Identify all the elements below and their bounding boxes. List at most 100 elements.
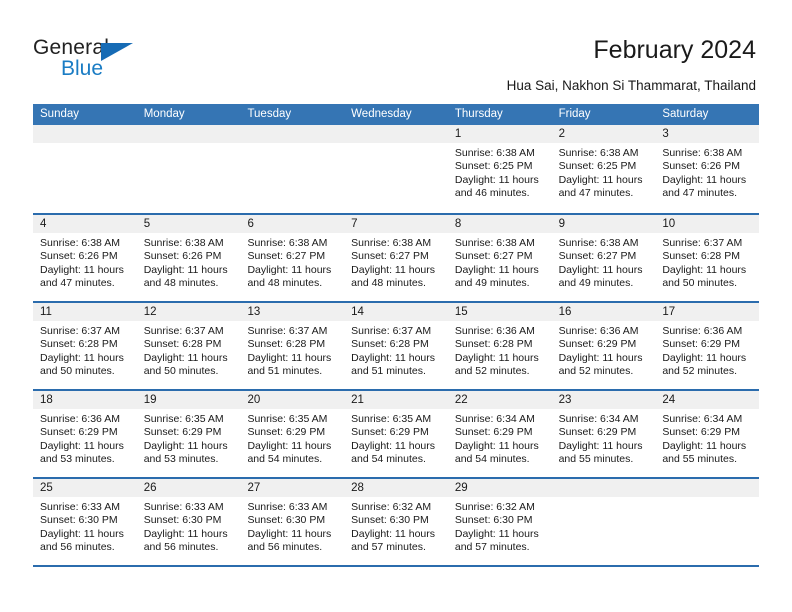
daylight-text-line1: Daylight: 11 hours xyxy=(662,173,747,186)
daylight-text-line1: Daylight: 11 hours xyxy=(143,263,228,276)
calendar-day-cell[interactable]: 28 Sunrise: 6:32 AM Sunset: 6:30 PM Dayligh… xyxy=(344,479,448,565)
day-number xyxy=(33,125,137,143)
sunset-text: Sunset: 6:27 PM xyxy=(351,250,429,263)
general-blue-logo[interactable]: General Blue xyxy=(33,37,163,85)
daylight-text-line2: and 47 minutes. xyxy=(558,187,634,200)
day-number: 4 xyxy=(33,215,137,233)
daylight-text-line1: Daylight: 11 hours xyxy=(662,439,747,452)
sunset-text: Sunset: 6:29 PM xyxy=(40,426,118,439)
sunset-text: Sunset: 6:29 PM xyxy=(247,426,326,439)
calendar-day-cell[interactable]: 1 Sunrise: 6:38 AM Sunset: 6:25 PM Daylight… xyxy=(447,125,552,213)
calendar-day-cell[interactable]: 21 Sunrise: 6:35 AM Sunset: 6:29 PM Dayligh… xyxy=(344,391,448,477)
day-number: 29 xyxy=(447,479,552,497)
day-sun-info: Sunrise: 6:35 AM Sunset: 6:29 PM Daylight:… xyxy=(240,409,344,467)
day-sun-info: Sunrise: 6:37 AM Sunset: 6:28 PM Daylight:… xyxy=(344,321,448,379)
calendar-day-cell[interactable]: 2 Sunrise: 6:38 AM Sunset: 6:25 PM Daylight… xyxy=(551,125,656,213)
day-number: 17 xyxy=(655,303,760,321)
day-sun-info: Sunrise: 6:38 AM Sunset: 6:27 PM Daylight:… xyxy=(344,233,448,291)
calendar-day-cell[interactable]: 10 Sunrise: 6:37 AM Sunset: 6:28 PM Dayligh… xyxy=(655,215,760,301)
sunrise-text: Sunrise: 6:35 AM xyxy=(351,413,432,425)
sunrise-text: Sunrise: 6:38 AM xyxy=(40,237,120,249)
sunset-text: Sunset: 6:25 PM xyxy=(558,160,637,173)
daylight-text-line2: and 52 minutes. xyxy=(662,365,738,378)
calendar-day-cell[interactable]: 8 Sunrise: 6:38 AM Sunset: 6:27 PM Daylight… xyxy=(447,215,552,301)
day-sun-info: Sunrise: 6:33 AM Sunset: 6:30 PM Daylight:… xyxy=(33,497,137,555)
sunrise-text: Sunrise: 6:38 AM xyxy=(662,147,743,159)
sunset-text: Sunset: 6:28 PM xyxy=(247,338,326,351)
daylight-text-line1: Daylight: 11 hours xyxy=(454,351,539,364)
calendar-day-cell[interactable]: 27 Sunrise: 6:33 AM Sunset: 6:30 PM Dayligh… xyxy=(240,479,345,565)
daylight-text-line1: Daylight: 11 hours xyxy=(40,351,124,364)
day-number: 14 xyxy=(344,303,448,321)
daylight-text-line2: and 52 minutes. xyxy=(454,365,530,378)
logo-text-general: General xyxy=(33,36,110,59)
daylight-text-line1: Daylight: 11 hours xyxy=(558,263,643,276)
calendar-day-cell[interactable]: 18 Sunrise: 6:36 AM Sunset: 6:29 PM Dayligh… xyxy=(33,391,137,477)
calendar-day-cell[interactable]: 20 Sunrise: 6:35 AM Sunset: 6:29 PM Dayligh… xyxy=(240,391,345,477)
daylight-text-line2: and 50 minutes. xyxy=(143,365,219,378)
daylight-text-line1: Daylight: 11 hours xyxy=(558,173,643,186)
day-number xyxy=(240,125,345,143)
daylight-text-line2: and 49 minutes. xyxy=(558,277,634,290)
day-number: 23 xyxy=(551,391,656,409)
calendar-day-cell-empty xyxy=(655,479,760,565)
daylight-text-line2: and 48 minutes. xyxy=(143,277,219,290)
weekday-header-monday: Monday xyxy=(143,108,185,120)
daylight-text-line1: Daylight: 11 hours xyxy=(351,351,436,364)
day-number xyxy=(136,125,241,143)
day-sun-info: Sunrise: 6:33 AM Sunset: 6:30 PM Daylight:… xyxy=(137,497,241,555)
calendar-day-cell[interactable]: 12 Sunrise: 6:37 AM Sunset: 6:28 PM Dayligh… xyxy=(136,303,241,389)
daylight-text-line1: Daylight: 11 hours xyxy=(143,439,228,452)
sunrise-text: Sunrise: 6:38 AM xyxy=(351,237,432,249)
sunrise-text: Sunrise: 6:36 AM xyxy=(454,325,535,337)
weekday-header-tuesday: Tuesday xyxy=(247,108,292,120)
calendar-day-cell[interactable]: 23 Sunrise: 6:34 AM Sunset: 6:29 PM Dayligh… xyxy=(551,391,656,477)
calendar-day-cell[interactable]: 17 Sunrise: 6:36 AM Sunset: 6:29 PM Dayligh… xyxy=(655,303,760,389)
day-number xyxy=(551,479,656,497)
day-number xyxy=(344,125,448,143)
daylight-text-line1: Daylight: 11 hours xyxy=(351,527,436,540)
calendar-week-row: 25 Sunrise: 6:33 AM Sunset: 6:30 PM Dayligh… xyxy=(33,479,760,567)
calendar-day-cell[interactable]: 13 Sunrise: 6:37 AM Sunset: 6:28 PM Dayligh… xyxy=(240,303,345,389)
weekday-header-wednesday: Wednesday xyxy=(351,108,412,120)
daylight-text-line1: Daylight: 11 hours xyxy=(143,351,228,364)
day-sun-info: Sunrise: 6:32 AM Sunset: 6:30 PM Daylight:… xyxy=(448,497,552,555)
sunset-text: Sunset: 6:27 PM xyxy=(247,250,326,263)
day-number: 28 xyxy=(344,479,448,497)
day-number: 20 xyxy=(240,391,345,409)
calendar-day-cell[interactable]: 9 Sunrise: 6:38 AM Sunset: 6:27 PM Daylight… xyxy=(551,215,656,301)
calendar-day-cell[interactable]: 4 Sunrise: 6:38 AM Sunset: 6:26 PM Daylight… xyxy=(33,215,137,301)
calendar-day-cell[interactable]: 19 Sunrise: 6:35 AM Sunset: 6:29 PM Dayligh… xyxy=(136,391,241,477)
calendar-day-cell[interactable]: 14 Sunrise: 6:37 AM Sunset: 6:28 PM Dayligh… xyxy=(344,303,448,389)
calendar-day-cell[interactable]: 7 Sunrise: 6:38 AM Sunset: 6:27 PM Daylight… xyxy=(344,215,448,301)
daylight-text-line1: Daylight: 11 hours xyxy=(40,263,124,276)
calendar-day-cell[interactable]: 3 Sunrise: 6:38 AM Sunset: 6:26 PM Daylight… xyxy=(655,125,760,213)
calendar-grid: Sunday Monday Tuesday Wednesday Thursday Frid… xyxy=(33,104,760,567)
calendar-day-cell[interactable]: 29 Sunrise: 6:32 AM Sunset: 6:30 PM Dayligh… xyxy=(447,479,552,565)
weekday-header-thursday: Thursday xyxy=(454,108,503,120)
weekday-header-sunday: Sunday xyxy=(40,108,80,120)
sunrise-text: Sunrise: 6:33 AM xyxy=(247,501,328,513)
daylight-text-line2: and 47 minutes. xyxy=(662,187,738,200)
day-number: 9 xyxy=(551,215,656,233)
sunset-text: Sunset: 6:30 PM xyxy=(454,514,533,527)
sunset-text: Sunset: 6:30 PM xyxy=(351,514,429,527)
calendar-day-cell[interactable]: 24 Sunrise: 6:34 AM Sunset: 6:29 PM Dayligh… xyxy=(655,391,760,477)
sunset-text: Sunset: 6:27 PM xyxy=(558,250,637,263)
calendar-day-cell[interactable]: 16 Sunrise: 6:36 AM Sunset: 6:29 PM Dayligh… xyxy=(551,303,656,389)
calendar-day-cell[interactable]: 22 Sunrise: 6:34 AM Sunset: 6:29 PM Dayligh… xyxy=(447,391,552,477)
daylight-text-line2: and 54 minutes. xyxy=(247,453,323,466)
day-number: 15 xyxy=(447,303,552,321)
calendar-day-cell[interactable]: 15 Sunrise: 6:36 AM Sunset: 6:28 PM Dayligh… xyxy=(447,303,552,389)
daylight-text-line1: Daylight: 11 hours xyxy=(351,439,436,452)
calendar-day-cell[interactable]: 5 Sunrise: 6:38 AM Sunset: 6:26 PM Daylight… xyxy=(136,215,241,301)
calendar-day-cell[interactable]: 6 Sunrise: 6:38 AM Sunset: 6:27 PM Daylight… xyxy=(240,215,345,301)
calendar-day-cell[interactable]: 25 Sunrise: 6:33 AM Sunset: 6:30 PM Dayligh… xyxy=(33,479,137,565)
day-sun-info: Sunrise: 6:38 AM Sunset: 6:25 PM Daylight:… xyxy=(552,143,656,201)
calendar-day-cell[interactable]: 11 Sunrise: 6:37 AM Sunset: 6:28 PM Dayligh… xyxy=(33,303,137,389)
sunrise-text: Sunrise: 6:32 AM xyxy=(351,501,432,513)
daylight-text-line1: Daylight: 11 hours xyxy=(247,439,332,452)
day-number: 7 xyxy=(344,215,448,233)
calendar-day-cell[interactable]: 26 Sunrise: 6:33 AM Sunset: 6:30 PM Dayligh… xyxy=(136,479,241,565)
daylight-text-line2: and 53 minutes. xyxy=(40,453,115,466)
